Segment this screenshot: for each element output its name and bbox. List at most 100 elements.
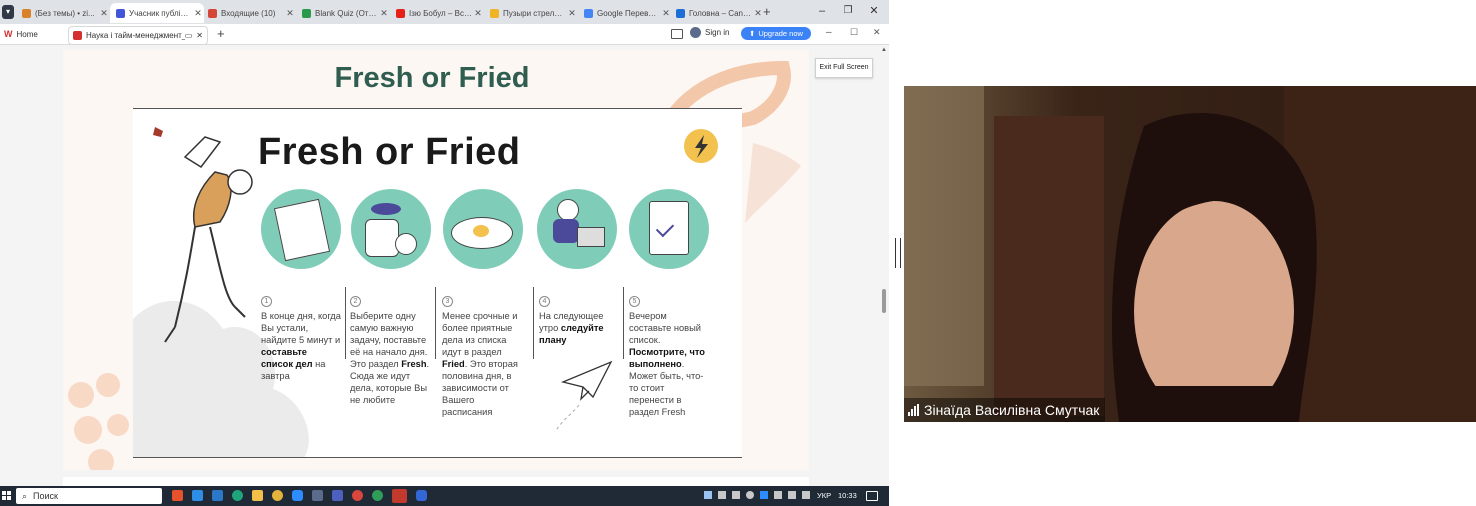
tab-close-icon[interactable]: ✕: [284, 8, 296, 19]
app-close-button[interactable]: ✕: [873, 27, 881, 38]
panel-resize-handle[interactable]: [895, 238, 901, 268]
edge-taskbar-icon[interactable]: [232, 490, 243, 501]
browser-tab[interactable]: Головна – Canv... ✕: [670, 3, 764, 23]
step-4-text: 4 На следующее утро следуйте плану: [539, 296, 604, 345]
sign-in-label: Sign in: [705, 28, 730, 37]
scroll-up-arrow[interactable]: ▲: [881, 47, 887, 53]
browser-tab[interactable]: Blank Quiz (Отв... ✕: [296, 3, 390, 23]
cloud-tray-icon[interactable]: [746, 491, 754, 499]
zoom-active-taskbar-icon[interactable]: [416, 490, 427, 501]
chrome-2-taskbar-icon[interactable]: [352, 490, 363, 501]
lightning-badge-icon: [684, 129, 718, 163]
tab-title: Blank Quiz (Отв...: [315, 8, 378, 18]
explorer-taskbar-icon[interactable]: [252, 490, 263, 501]
window-close-button[interactable]: ✕: [860, 2, 888, 20]
tab-close-icon[interactable]: ✕: [472, 8, 484, 19]
user-icon: [690, 27, 701, 38]
tab-title: Google Перевод...: [597, 8, 660, 18]
step-3-illustration-icon: [443, 189, 523, 269]
vertical-scrollbar-thumb[interactable]: [882, 289, 886, 313]
browser-window: ▾ (Без темы) • zi... ✕ Учасник публікації ✕…: [0, 0, 889, 506]
browser-tab[interactable]: Ізю Бобул – Вси... ✕: [390, 3, 484, 23]
home-label: Home: [16, 29, 38, 39]
chrome-3-taskbar-icon[interactable]: [372, 490, 383, 501]
step-5-illustration-icon: [629, 189, 709, 269]
window-minimize-button[interactable]: –: [808, 2, 836, 20]
home-tab[interactable]: W Home: [0, 24, 64, 44]
browser-tab[interactable]: Входящие (10) ✕: [202, 3, 296, 23]
chrome-taskbar-icon[interactable]: [272, 490, 283, 501]
new-tab-button[interactable]: +: [763, 4, 771, 19]
zoom-icon: [116, 8, 125, 18]
tab-title: Головна – Canv...: [689, 8, 752, 18]
tab-list-chevron-icon[interactable]: ▾: [2, 5, 14, 19]
pdf-icon: [73, 31, 82, 40]
participant-video[interactable]: Зінаїда Василівна Смутчак: [904, 86, 1476, 422]
notification-icon[interactable]: [866, 491, 878, 501]
game-icon: [490, 8, 499, 18]
app-minimize-button[interactable]: –: [826, 27, 832, 38]
add-doc-tab-button[interactable]: +: [217, 26, 225, 41]
mail-icon: [22, 8, 31, 18]
network-tray-icon[interactable]: [732, 491, 740, 499]
doc-tab-close-icon[interactable]: ✕: [196, 31, 203, 40]
participant-name: Зінаїда Василівна Смутчак: [924, 402, 1100, 418]
teams-taskbar-icon[interactable]: [332, 490, 343, 501]
app-maximize-button[interactable]: ☐: [850, 27, 858, 38]
youtube-icon: [396, 8, 405, 18]
canva-icon: [676, 8, 685, 18]
exit-full-screen-tooltip[interactable]: Exit Full Screen: [815, 58, 873, 78]
step-5-text: 5 Вечером составьте новый список. Посмотр…: [629, 296, 705, 417]
step-divider: [345, 287, 346, 359]
reading-mode-icon[interactable]: [671, 29, 683, 39]
taskbar-search-box[interactable]: ⌕ Поиск: [16, 488, 162, 504]
tab-title: Пузыри стреляли...: [503, 8, 566, 18]
browser-tab[interactable]: (Без темы) • zi... ✕: [16, 3, 110, 23]
doc-tab[interactable]: Наука і тайм-менеджмент_e... ▭ ✕: [68, 26, 208, 45]
windows-start-icon[interactable]: [2, 491, 11, 500]
people-tray-icon[interactable]: [704, 491, 712, 499]
store-taskbar-icon[interactable]: [212, 490, 223, 501]
browser-tab[interactable]: Google Перевод... ✕: [578, 3, 672, 23]
taskbar-clock[interactable]: 10:33: [838, 491, 857, 500]
wps-taskbar-icon[interactable]: [172, 490, 183, 501]
taskbar-app-icons: [172, 489, 427, 503]
windows-taskbar: ⌕ Поиск УКР 10:33: [0, 486, 889, 506]
wps-active-taskbar-icon[interactable]: [392, 489, 407, 503]
sign-in-link[interactable]: Sign in: [690, 27, 729, 38]
paper-plane-icon: [554, 360, 613, 433]
tab-title: Входящие (10): [221, 8, 276, 18]
search-icon: ⌕: [22, 490, 28, 501]
signal-strength-icon: [908, 404, 919, 416]
volume-tray-icon[interactable]: [802, 491, 810, 499]
step-1-text: 1В конце дня, когда Вы устали, найдите 5…: [261, 296, 341, 381]
step-divider: [533, 287, 534, 359]
sheets-icon: [302, 8, 311, 18]
gmail-icon: [208, 8, 217, 18]
screen-icon[interactable]: ▭: [185, 31, 193, 40]
upgrade-now-button[interactable]: ⬆ Upgrade now: [741, 27, 811, 40]
battery-tray-icon[interactable]: [718, 491, 726, 499]
tab-close-icon[interactable]: ✕: [566, 8, 578, 19]
wifi-tray-icon[interactable]: [774, 491, 782, 499]
shield-tray-icon[interactable]: [788, 491, 796, 499]
step-1-illustration-icon: [261, 189, 341, 269]
tab-close-icon[interactable]: ✕: [378, 8, 390, 19]
document-viewer: Fresh or Fried Fresh or Fried 1 В конце …: [0, 45, 889, 486]
tab-close-icon[interactable]: ✕: [98, 8, 110, 19]
address-bar: W Home Наука і тайм-менеджмент_e... ▭ ✕ …: [0, 24, 889, 45]
zoom-tray-icon[interactable]: [760, 491, 768, 499]
slide-title: Fresh or Fried: [334, 62, 530, 94]
zoom-taskbar-icon[interactable]: [292, 490, 303, 501]
window-maximize-button[interactable]: ❐: [834, 2, 862, 20]
doc-tab-title: Наука і тайм-менеджмент_e...: [86, 31, 185, 40]
step-3-text: 3 Менее срочные и более приятные дела из …: [442, 296, 518, 417]
mail-taskbar-icon[interactable]: [192, 490, 203, 501]
browser-tab[interactable]: Учасник публікації ✕: [110, 3, 204, 23]
jumping-man-illustration-icon: [153, 127, 253, 343]
keyboard-language[interactable]: УКР: [817, 491, 831, 500]
tab-strip: ▾ (Без темы) • zi... ✕ Учасник публікації ✕…: [0, 0, 889, 24]
browser-tab[interactable]: Пузыри стреляли...✕: [484, 3, 578, 23]
settings-taskbar-icon[interactable]: [312, 490, 323, 501]
step-divider: [435, 287, 436, 359]
